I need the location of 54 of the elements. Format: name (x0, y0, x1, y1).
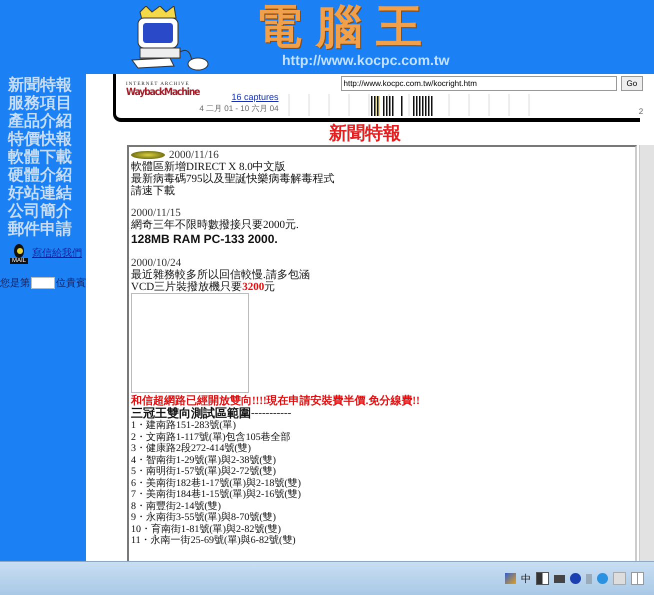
site-logo-title: 電腦王 (256, 0, 436, 52)
dash-rule: ----------- (251, 407, 292, 420)
nav-link[interactable]: 特價快報 (8, 130, 72, 148)
counter-text: 您是第 (0, 277, 30, 290)
nav-link[interactable]: 服務項目 (8, 94, 72, 112)
nav-link[interactable]: 新聞特報 (8, 76, 72, 94)
counter-text: 位貴賓 (56, 276, 86, 290)
news-text: 最新病毒碼795以及聖誕快樂病毒解毒程式 (131, 173, 336, 185)
date-range: 4 二月 01 - 10 六月 04 (199, 103, 279, 114)
help-icon[interactable] (570, 573, 581, 584)
chat-icon[interactable] (597, 573, 608, 584)
nav-link[interactable]: 軟體下載 (8, 148, 72, 166)
area-item: 1・建南路151-283號(單) (131, 420, 237, 432)
area-heading: 三冠王雙向測試區範圍 (131, 407, 251, 420)
input-method-indicator[interactable]: 中 (521, 572, 531, 586)
news-text: 網奇三年不限時數撥接只要2000元. (131, 219, 300, 231)
news-headline: 128MB RAM PC-133 2000. (131, 231, 279, 247)
area-item: 3・健康路2段272-414號(雙) (131, 443, 252, 454)
area-item: 6・美南街182巷1-17號(單)與2-18號(雙) (131, 478, 302, 488)
panel-icon[interactable] (536, 572, 549, 585)
nav-link[interactable]: 郵件申請 (8, 220, 72, 238)
url-field[interactable]: http://www.kocpc.com.tw/kocright.htm (340, 76, 617, 91)
wayback-logo: WaybackMachine (126, 87, 200, 98)
area-item: 10・育南街1-81號(單)與2-82號(雙) (131, 524, 282, 534)
announcement-text: 和信超網路已經開放雙向!!!!現在申請安裝費半價.免分線費!! (131, 395, 421, 407)
year-label: 2 (638, 107, 644, 116)
page-heading: 新聞特報 (328, 123, 402, 145)
keyboard-icon[interactable] (554, 574, 565, 582)
bullet-icon (131, 151, 165, 159)
nav-link[interactable]: 好站連結 (8, 184, 72, 202)
news-text: 軟體區新增DIRECT X 8.0中文版 (131, 161, 287, 173)
area-item: 2・文南路1-117號(單)包含105巷全部 (131, 432, 292, 442)
nav-link[interactable]: 公司簡介 (8, 202, 72, 220)
captures-link[interactable]: 16 captures (232, 92, 279, 102)
area-item: 9・永南街3-55號(單)與8-70號(雙) (131, 512, 277, 524)
news-date: 2000/11/16 (169, 149, 219, 161)
news-text: 請速下載 (131, 185, 176, 197)
area-item: 11・永南一街25-69號(單)與6-82號(雙) (131, 535, 297, 546)
site-url: http://www.kocpc.com.tw (282, 52, 450, 68)
area-item: 8・南豐街2-14號(雙) (131, 500, 222, 512)
windows-icon[interactable] (631, 572, 644, 585)
go-button[interactable]: Go (620, 76, 644, 91)
area-item: 4・智南街1-29號(單)與2-38號(雙) (131, 454, 277, 466)
nav-link[interactable]: 硬體介紹 (8, 166, 72, 184)
scrollbar[interactable] (639, 145, 654, 561)
news-text: VCD三片裝撥放機只要3200元 (131, 281, 276, 293)
area-item: 5・南明街1-57號(單)與2-72號(雙) (131, 466, 277, 478)
nav-link[interactable]: 產品介紹 (8, 112, 72, 130)
news-text: 最近雜務較多所以回信較慢.請多包涵 (131, 269, 311, 281)
language-bar-icon[interactable] (505, 573, 516, 584)
news-date: 2000/10/24 (131, 257, 182, 269)
mail-link[interactable]: 寫信給我們 (32, 246, 82, 260)
news-date: 2000/11/15 (131, 207, 181, 219)
area-item: 7・美南街184巷1-15號(單)與2-16號(雙) (131, 489, 302, 500)
